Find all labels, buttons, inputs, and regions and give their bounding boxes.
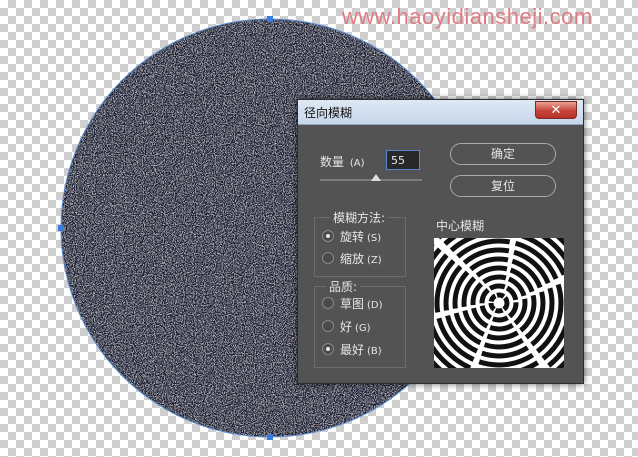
preview-ring [479, 283, 519, 323]
blur-center-label: 中心模糊 [436, 219, 485, 233]
ok-button[interactable]: 确定 [450, 143, 556, 165]
radio-best[interactable] [322, 343, 334, 355]
close-button[interactable]: ✕ [535, 101, 577, 119]
radio-draft[interactable] [322, 297, 334, 309]
blur-center-preview[interactable] [434, 238, 564, 368]
amount-input[interactable] [386, 150, 420, 170]
close-icon: ✕ [550, 103, 562, 118]
quality-title: 品质: [326, 278, 361, 295]
amount-label: 数量 (A) [320, 155, 365, 169]
watermark-text: www.haoyidiansheji.com [342, 4, 593, 29]
good-label: 好 (G) [340, 320, 371, 334]
radio-spin[interactable] [322, 230, 334, 242]
reset-button[interactable]: 复位 [450, 175, 556, 197]
spin-label: 旋转 (S) [340, 230, 382, 244]
draft-label: 草图 (D) [340, 297, 383, 311]
blur-method-title: 模糊方法: [330, 209, 389, 226]
radial-blur-dialog: 径向模糊 ✕ 数量 (A) 确定 复位 模糊方法: 旋转(S) 缩放(Z) 品质… [297, 99, 584, 384]
best-label: 最好 (B) [340, 343, 382, 357]
transform-handle-top[interactable] [267, 16, 273, 22]
zoom-label: 缩放 (Z) [340, 252, 382, 266]
preview-ring [452, 256, 546, 350]
transform-handle-bottom[interactable] [267, 434, 273, 440]
radio-good[interactable] [322, 320, 334, 332]
dialog-title: 径向模糊 [304, 106, 353, 120]
blur-method-group [314, 217, 406, 277]
radio-zoom[interactable] [322, 252, 334, 264]
transform-handle-left[interactable] [58, 225, 64, 231]
amount-slider-thumb[interactable] [371, 174, 382, 181]
dialog-titlebar[interactable]: 径向模糊 ✕ [298, 100, 583, 125]
preview-ring [488, 292, 510, 314]
